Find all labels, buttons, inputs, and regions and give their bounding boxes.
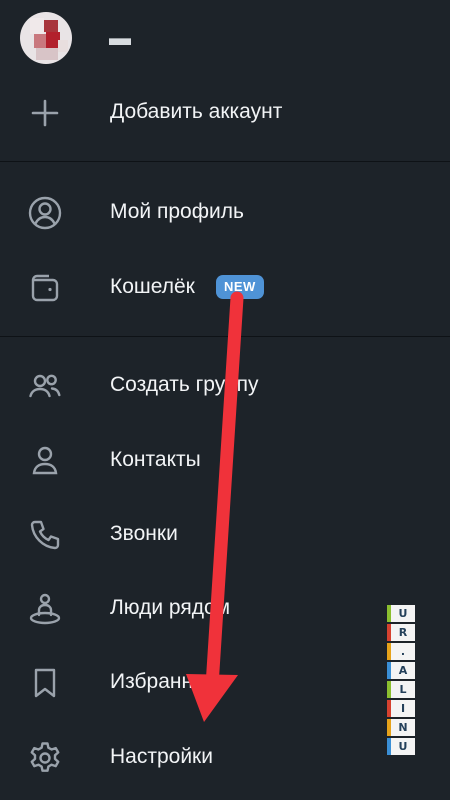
new-badge: NEW	[216, 275, 264, 299]
watermark-letter: N	[387, 719, 415, 736]
user-icon	[27, 443, 63, 479]
wallet-icon	[27, 270, 63, 306]
saved-label: Избранное	[110, 670, 217, 693]
settings-label: Настройки	[110, 745, 213, 768]
wallet-label: Кошелёк	[110, 275, 195, 298]
watermark-letter: U	[387, 738, 415, 755]
calls-item[interactable]: Звонки	[0, 504, 450, 564]
users-icon	[27, 368, 63, 404]
watermark-letter: I	[387, 700, 415, 717]
watermark-letter: R	[387, 624, 415, 641]
watermark-letter: L	[387, 681, 415, 698]
wallet-item[interactable]: Кошелёк NEW	[0, 257, 450, 317]
phone-icon	[27, 517, 63, 553]
saved-item[interactable]: Избранное	[0, 652, 450, 712]
watermark-letter: U	[387, 605, 415, 622]
drawer-header: ▬	[0, 0, 450, 88]
gear-icon	[27, 740, 63, 776]
people-nearby-item[interactable]: Люди рядом	[0, 578, 450, 638]
plus-icon	[27, 95, 63, 131]
user-circle-icon	[27, 195, 63, 231]
bookmark-icon	[27, 665, 63, 701]
profile-label: Мой профиль	[110, 200, 244, 223]
create-group-item[interactable]: Создать группу	[0, 355, 450, 415]
calls-label: Звонки	[110, 522, 178, 545]
contacts-label: Контакты	[110, 448, 201, 471]
settings-item[interactable]: Настройки	[0, 727, 450, 787]
create-group-label: Создать группу	[110, 373, 259, 396]
watermark-letter: A	[387, 662, 415, 679]
watermark: U R . A L I N U	[384, 605, 418, 757]
add-account-item[interactable]: Добавить аккаунт	[0, 82, 450, 142]
profile-item[interactable]: Мой профиль	[0, 182, 450, 242]
people-nearby-label: Люди рядом	[110, 596, 231, 619]
watermark-letter: .	[387, 643, 415, 660]
username[interactable]: ▬	[109, 25, 132, 51]
divider	[0, 336, 450, 337]
add-account-label: Добавить аккаунт	[110, 100, 283, 123]
contacts-item[interactable]: Контакты	[0, 430, 450, 490]
avatar[interactable]	[20, 12, 72, 64]
people-nearby-icon	[27, 591, 63, 627]
divider	[0, 161, 450, 162]
